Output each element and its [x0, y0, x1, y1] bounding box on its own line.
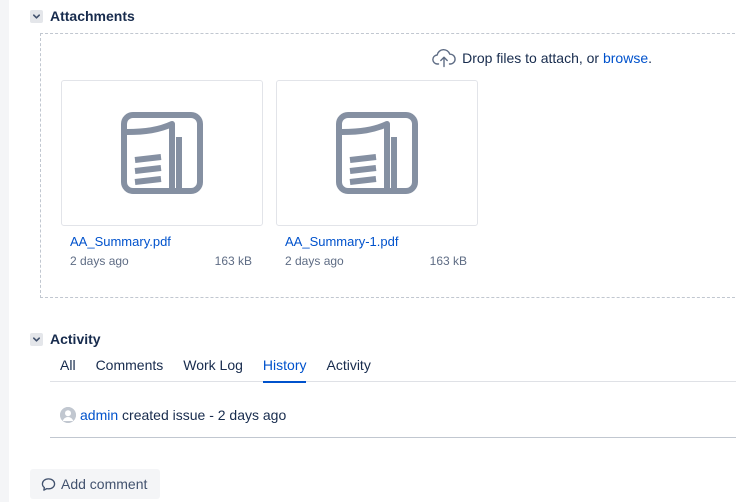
- history-user-link[interactable]: admin: [80, 407, 118, 423]
- divider: [50, 437, 736, 438]
- tab-history[interactable]: History: [262, 357, 306, 383]
- left-panel-edge: [0, 0, 9, 502]
- avatar[interactable]: [60, 407, 76, 423]
- add-comment-button[interactable]: Add comment: [30, 469, 160, 499]
- attachment-thumbnail[interactable]: [61, 80, 263, 226]
- attachment-file-link[interactable]: AA_Summary-1.pdf: [276, 234, 478, 249]
- attachment-size: 163 kB: [429, 254, 467, 268]
- tab-activity[interactable]: Activity: [326, 357, 370, 382]
- attachments-title: Attachments: [50, 8, 135, 24]
- pdf-file-icon: [121, 112, 203, 194]
- history-entry: admin created issue - 2 days ago: [60, 407, 286, 423]
- drop-message: Drop files to attach, or browse.: [432, 48, 652, 68]
- attachment-thumbnail[interactable]: [276, 80, 478, 226]
- tab-work-log[interactable]: Work Log: [183, 357, 243, 382]
- attachment-file-link[interactable]: AA_Summary.pdf: [61, 234, 263, 249]
- tab-comments[interactable]: Comments: [96, 357, 164, 382]
- attachment-meta: 2 days ago 163 kB: [276, 254, 478, 268]
- activity-header[interactable]: Activity: [30, 329, 101, 349]
- comment-icon: [41, 477, 56, 491]
- add-comment-label: Add comment: [61, 476, 148, 492]
- chevron-down-icon[interactable]: [30, 9, 43, 23]
- history-action: created issue - 2 days ago: [118, 407, 287, 423]
- attachment-card[interactable]: AA_Summary.pdf 2 days ago 163 kB: [61, 80, 263, 268]
- attachments-header[interactable]: Attachments: [30, 6, 135, 26]
- pdf-file-icon: [336, 112, 418, 194]
- attachment-meta: 2 days ago 163 kB: [61, 254, 263, 268]
- drop-suffix: .: [648, 50, 652, 66]
- drop-text: Drop files to attach, or: [462, 50, 600, 66]
- cloud-upload-icon: [432, 48, 456, 68]
- attachment-age: 2 days ago: [285, 254, 344, 268]
- activity-title: Activity: [50, 331, 101, 347]
- tab-all[interactable]: All: [60, 357, 76, 382]
- attachment-age: 2 days ago: [70, 254, 129, 268]
- attachment-size: 163 kB: [214, 254, 252, 268]
- activity-tabs: All Comments Work Log History Activity: [50, 357, 736, 383]
- attachment-card[interactable]: AA_Summary-1.pdf 2 days ago 163 kB: [276, 80, 478, 268]
- attachment-dropzone[interactable]: Drop files to attach, or browse. AA_Summ…: [40, 33, 736, 298]
- browse-link[interactable]: browse: [603, 50, 648, 66]
- chevron-down-icon[interactable]: [30, 332, 43, 346]
